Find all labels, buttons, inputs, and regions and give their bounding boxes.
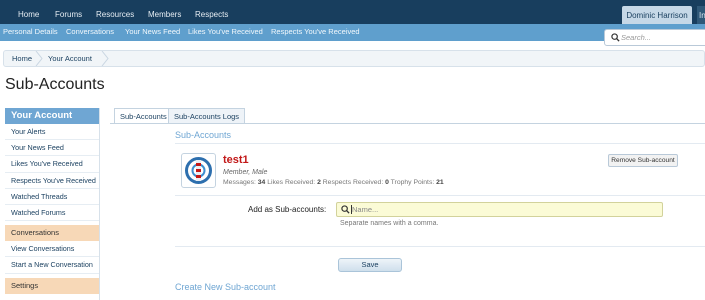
sidebar-item-view-conversations[interactable]: View Conversations — [5, 241, 99, 258]
sidebar-item-watched-threads[interactable]: Watched Threads — [5, 189, 99, 205]
nav-resources[interactable]: Resources — [96, 0, 134, 24]
breadcrumb-your-account[interactable]: Your Account — [48, 51, 92, 66]
top-nav: Home Forums Resources Members Respects D… — [0, 0, 705, 25]
stat-respects-label: Respects Received: — [322, 179, 384, 186]
stat-likes-label: Likes Received: — [267, 179, 316, 186]
search-input[interactable]: Search... — [604, 29, 705, 46]
page-title: Sub-Accounts — [5, 76, 105, 93]
inbox-tab[interactable]: In — [697, 6, 705, 25]
nav-forums[interactable]: Forums — [55, 0, 82, 24]
avatar-logo-icon — [185, 157, 212, 184]
save-button[interactable]: Save — [338, 258, 402, 272]
stat-likes-value: 2 — [317, 179, 321, 186]
avatar[interactable] — [181, 153, 216, 188]
stat-trophy-label: Trophy Points: — [390, 179, 435, 186]
sub-account-title: Member, Male — [223, 169, 268, 176]
search-placeholder: Search... — [621, 33, 652, 42]
stat-messages-label: Messages: — [223, 179, 256, 186]
sub-account-name[interactable]: test1 — [223, 154, 249, 166]
sidebar-item-start-conversation[interactable]: Start a New Conversation — [5, 257, 99, 274]
breadcrumb-separator-icon — [101, 51, 109, 66]
account-sidebar: Your Account Your Alerts Your News Feed … — [5, 108, 100, 300]
section-title-create-sub-account: Create New Sub-account — [175, 282, 276, 292]
stat-respects-value: 0 — [385, 179, 389, 186]
nav-home[interactable]: Home — [18, 0, 39, 24]
subnav-respects[interactable]: Respects You've Received — [271, 24, 360, 41]
divider — [175, 246, 705, 247]
section-title-sub-accounts: Sub-Accounts — [175, 130, 232, 140]
divider — [175, 195, 705, 196]
nav-members[interactable]: Members — [148, 0, 181, 24]
user-account-tab[interactable]: Dominic Harrison — [622, 6, 692, 25]
sidebar-item-alerts[interactable]: Your Alerts — [5, 124, 99, 141]
add-sub-accounts-help: Separate names with a comma. — [340, 220, 439, 227]
sidebar-item-respects[interactable]: Respects You've Received — [5, 173, 99, 189]
stat-messages-value: 34 — [257, 179, 266, 186]
breadcrumb: Home Your Account — [3, 50, 705, 67]
subnav-personal-details[interactable]: Personal Details — [3, 24, 58, 41]
tab-divider — [110, 123, 705, 124]
sidebar-header-settings: Settings — [5, 277, 99, 294]
sidebar-header-conversations: Conversations — [5, 225, 99, 242]
sidebar-header-your-account: Your Account — [5, 108, 99, 124]
remove-sub-account-button[interactable]: Remove Sub-account — [608, 154, 678, 167]
stat-trophy-value: 21 — [436, 179, 444, 186]
sidebar-item-watched-forums[interactable]: Watched Forums — [5, 205, 99, 222]
breadcrumb-separator-icon — [35, 51, 43, 66]
nav-respects[interactable]: Respects — [195, 0, 228, 24]
search-icon — [341, 205, 350, 214]
search-icon — [611, 33, 620, 42]
divider — [175, 143, 705, 144]
breadcrumb-home[interactable]: Home — [12, 51, 32, 66]
tab-sub-accounts-logs[interactable]: Sub-Accounts Logs — [168, 108, 246, 124]
add-sub-accounts-placeholder: Name... — [352, 205, 379, 214]
sidebar-item-likes[interactable]: Likes You've Received — [5, 156, 99, 173]
add-sub-accounts-input[interactable]: Name... — [336, 202, 663, 217]
sub-nav: Personal Details Conversations Your News… — [0, 24, 705, 41]
tab-sub-accounts[interactable]: Sub-Accounts — [114, 108, 173, 124]
subnav-conversations[interactable]: Conversations — [66, 24, 114, 41]
subnav-news-feed[interactable]: Your News Feed — [125, 24, 180, 41]
add-sub-accounts-label: Add as Sub-accounts: — [248, 205, 327, 214]
sidebar-item-news-feed[interactable]: Your News Feed — [5, 140, 99, 157]
subnav-likes[interactable]: Likes You've Received — [188, 24, 263, 41]
sub-account-stats: Messages: 34 Likes Received: 2 Respects … — [223, 179, 444, 186]
